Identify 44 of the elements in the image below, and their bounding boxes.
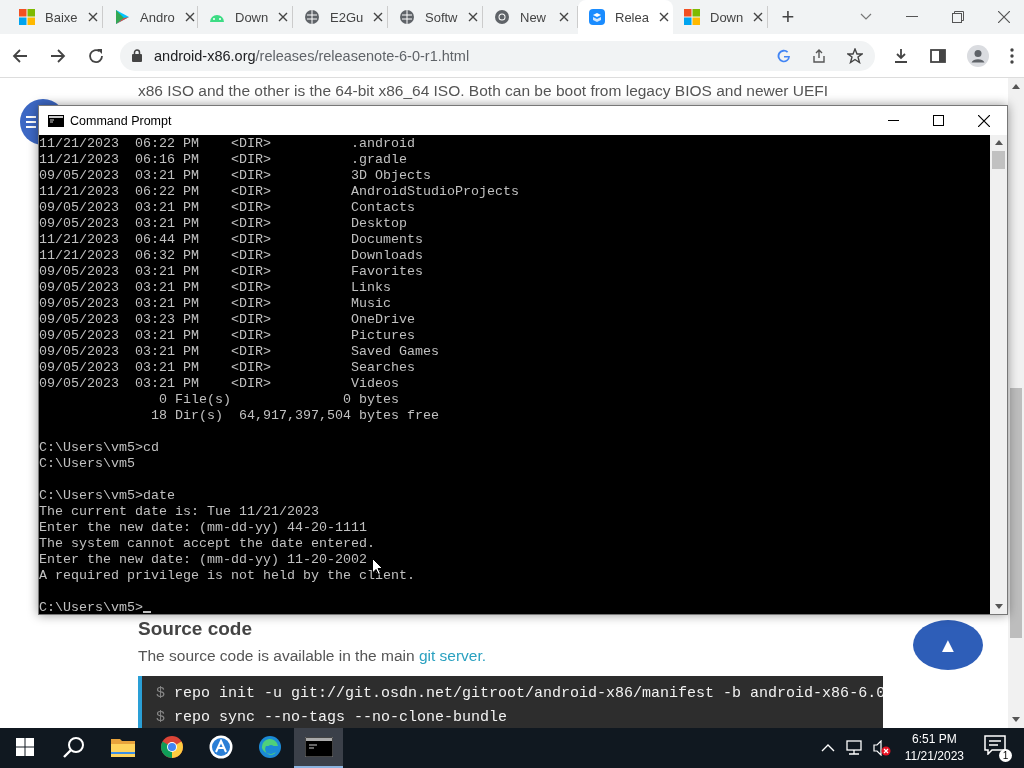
console-text: 09/05/2023 03:21 PM <DIR> Music bbox=[39, 296, 391, 311]
console-text: C:\Users\vm5 bbox=[39, 456, 135, 471]
tab-title: New bbox=[520, 9, 547, 25]
console-text: 11/21/2023 06:32 PM <DIR> Downloads bbox=[39, 248, 423, 263]
code-line: $ repo sync --no-tags --no-clone-bundle bbox=[156, 708, 509, 728]
time-text: 6:51 PM bbox=[912, 731, 957, 748]
console-text: 09/05/2023 03:21 PM <DIR> Videos bbox=[39, 376, 399, 391]
console-text: Enter the new date: (mm-dd-yy) 44-20-1111 bbox=[39, 520, 367, 535]
tab-title: Down bbox=[235, 9, 269, 25]
console-text: C:\Users\vm5> bbox=[39, 600, 143, 614]
console-text: 18 Dir(s) 64,917,397,504 bytes free bbox=[149, 408, 439, 423]
console-text: 11/21/2023 06:22 PM <DIR> AndroidStudioProjects bbox=[39, 184, 519, 199]
tab-title: Relea bbox=[615, 9, 649, 25]
tab-title: Andro bbox=[140, 9, 175, 25]
console-text: 11/21/2023 06:22 PM <DIR> .android bbox=[39, 136, 415, 151]
console-text: 09/05/2023 03:21 PM <DIR> Pictures bbox=[39, 328, 415, 343]
console-text: 09/05/2023 03:21 PM <DIR> Searches bbox=[39, 360, 415, 375]
console-text: 09/05/2023 03:21 PM <DIR> Favorites bbox=[39, 264, 423, 279]
console-text: 09/05/2023 03:21 PM <DIR> Links bbox=[39, 280, 391, 295]
console-text: A required privilege is not held by the client. bbox=[39, 568, 415, 583]
console-text: 11/21/2023 06:16 PM <DIR> .gradle bbox=[39, 152, 407, 167]
console-text: 11/21/2023 06:44 PM <DIR> Documents bbox=[39, 232, 423, 247]
tab-title: Softw bbox=[425, 9, 458, 25]
console-text: C:\Users\vm5>cd bbox=[39, 440, 159, 455]
paragraph-line: x86 ISO and the other is the 64-bit x86_64 ISO. Both can be boot from legacy BIOS and newer UEFI bbox=[138, 81, 829, 101]
paragraph: The source code is available in the main git server. bbox=[138, 646, 487, 666]
tab-title: Down bbox=[710, 9, 744, 25]
tab-title: Baixe bbox=[45, 9, 78, 25]
date-text: 11/21/2023 bbox=[904, 748, 964, 765]
console-text: Enter the new date: (mm-dd-yy) 11-20-2002 bbox=[39, 552, 367, 567]
notification-count: 1 bbox=[999, 749, 1012, 762]
console-text: 0 File(s) 0 bytes bbox=[157, 392, 399, 407]
console-text: 09/05/2023 03:21 PM <DIR> Saved Games bbox=[39, 344, 439, 359]
tab-title: E2Gu bbox=[330, 9, 364, 25]
console-text: 09/05/2023 03:23 PM <DIR> OneDrive bbox=[39, 312, 415, 327]
url-text: android-x86.org/releases/releasenote-6-0-r1.html bbox=[154, 47, 470, 64]
console-text: The system cannot accept the date entered. bbox=[39, 536, 375, 551]
console-text: 09/05/2023 03:21 PM <DIR> 3D Objects bbox=[39, 168, 431, 183]
console-text: 09/05/2023 03:21 PM <DIR> Desktop bbox=[39, 216, 407, 231]
window-title: Command Prompt bbox=[70, 113, 172, 128]
console-text: 09/05/2023 03:21 PM <DIR> Contacts bbox=[39, 200, 415, 215]
console-text: C:\Users\vm5>date bbox=[39, 488, 175, 503]
console-text: The current date is: Tue 11/21/2023 bbox=[39, 504, 319, 519]
section-heading: Source code bbox=[138, 617, 253, 641]
